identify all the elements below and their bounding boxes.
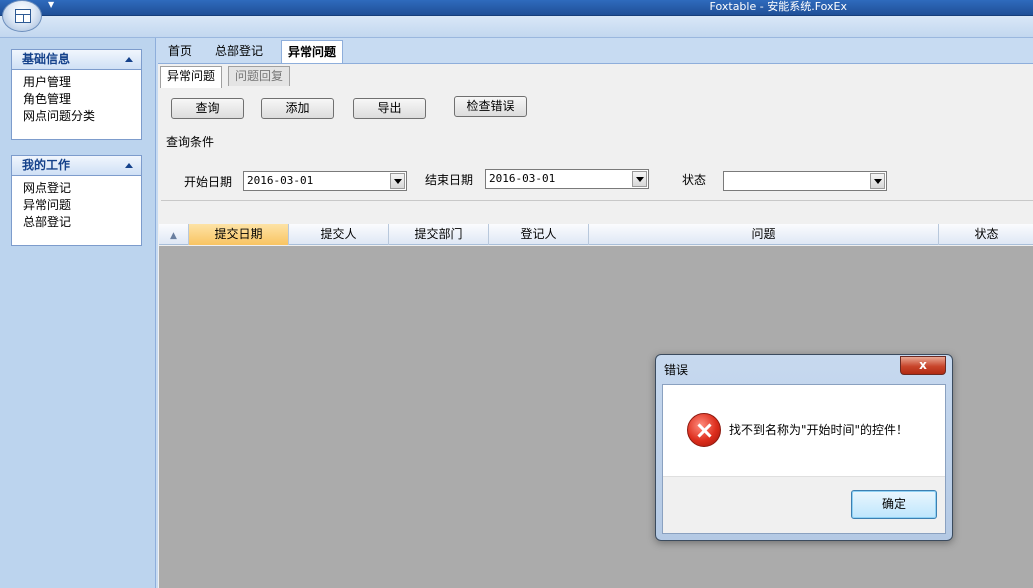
status-label: 状态 [682, 173, 707, 187]
column-header-status[interactable]: 状态 [939, 224, 1033, 245]
tab-abnormal-issues[interactable]: 异常问题 [281, 40, 344, 64]
main-tabs: 首页 总部登记 异常问题 [156, 40, 1033, 64]
lock-icon: ▲ [170, 231, 177, 241]
nav-item-user-management[interactable]: 用户管理 [23, 74, 131, 91]
nav-panel-header[interactable]: 我的工作 [12, 156, 141, 176]
start-date-value: 2016-03-01 [247, 174, 314, 187]
nav-panel-my-work: 我的工作 网点登记 异常问题 总部登记 [11, 155, 142, 246]
error-icon [687, 413, 721, 447]
title-bar: Foxtable - 安能系统.FoxEx [0, 0, 1033, 16]
collapse-up-icon[interactable] [125, 163, 133, 168]
filter-panel-border [161, 200, 1033, 201]
nav-item-hq-registration[interactable]: 总部登记 [23, 214, 131, 231]
application-menu-button[interactable] [2, 0, 42, 32]
dialog-title: 错误 [664, 363, 689, 377]
add-button[interactable]: 添加 [261, 98, 334, 119]
column-header-registrar[interactable]: 登记人 [489, 224, 589, 245]
close-icon: x [919, 358, 927, 372]
subtab-issue-reply[interactable]: 问题回复 [228, 66, 291, 86]
subtab-abnormal-issues[interactable]: 异常问题 [160, 66, 223, 88]
nav-item-role-management[interactable]: 角色管理 [23, 91, 131, 108]
status-select[interactable] [723, 171, 887, 191]
dropdown-arrow-icon[interactable] [870, 173, 885, 189]
query-button[interactable]: 查询 [171, 98, 244, 119]
column-header-submit-date[interactable]: 提交日期 [189, 224, 289, 245]
nav-panel-title: 我的工作 [22, 158, 71, 172]
nav-panel-title: 基础信息 [22, 52, 71, 66]
start-date-label: 开始日期 [184, 175, 233, 189]
end-date-value: 2016-03-01 [489, 172, 556, 185]
nav-panel-basic-info: 基础信息 用户管理 角色管理 网点问题分类 [11, 49, 142, 140]
error-dialog: 错误 x 找不到名称为"开始时间"的控件！ 确定 [655, 354, 953, 541]
dialog-body: 找不到名称为"开始时间"的控件！ 确定 [662, 384, 946, 534]
quick-access-dropdown-icon[interactable]: ▼ [48, 0, 54, 10]
column-header-submitter[interactable]: 提交人 [289, 224, 389, 245]
column-header-submit-dept[interactable]: 提交部门 [389, 224, 489, 245]
dialog-footer: 确定 [663, 476, 945, 533]
column-header-issue[interactable]: 问题 [589, 224, 939, 245]
grid-header: ▲ 提交日期 提交人 提交部门 登记人 问题 状态 [159, 224, 1033, 245]
tab-hq-registration[interactable]: 总部登记 [209, 40, 269, 63]
export-button[interactable]: 导出 [353, 98, 426, 119]
ribbon-strip [0, 16, 1033, 38]
tab-home[interactable]: 首页 [162, 40, 198, 63]
close-button[interactable]: x [900, 356, 946, 375]
dropdown-arrow-icon[interactable] [390, 173, 405, 189]
nav-item-abnormal-issues[interactable]: 异常问题 [23, 197, 131, 214]
start-date-picker[interactable]: 2016-03-01 [243, 171, 407, 191]
dropdown-arrow-icon[interactable] [632, 171, 647, 187]
grid-corner[interactable]: ▲ [159, 224, 189, 245]
collapse-up-icon[interactable] [125, 57, 133, 62]
nav-item-outlet-registration[interactable]: 网点登记 [23, 180, 131, 197]
dialog-message: 找不到名称为"开始时间"的控件！ [729, 423, 909, 437]
nav-item-outlet-issue-category[interactable]: 网点问题分类 [23, 108, 131, 125]
end-date-label: 结束日期 [425, 173, 474, 187]
window-title: Foxtable - 安能系统.FoxEx [709, 0, 847, 13]
check-errors-button[interactable]: 检查错误 [454, 96, 527, 117]
nav-panel-header[interactable]: 基础信息 [12, 50, 141, 70]
grid-icon [15, 9, 31, 23]
filter-group-label: 查询条件 [166, 135, 215, 149]
ok-button[interactable]: 确定 [851, 490, 937, 519]
end-date-picker[interactable]: 2016-03-01 [485, 169, 649, 189]
